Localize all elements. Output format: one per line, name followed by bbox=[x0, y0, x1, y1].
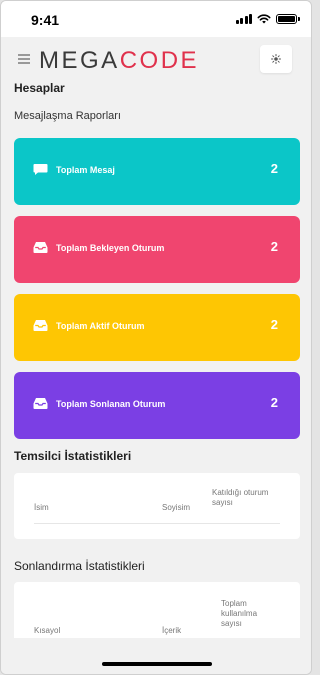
logo-mega: MEGA bbox=[39, 47, 120, 74]
page-title: Hesaplar bbox=[14, 81, 65, 95]
logo-code: CODE bbox=[119, 47, 200, 74]
inbox-icon bbox=[33, 320, 48, 331]
stat-card-label: Toplam Mesaj bbox=[56, 165, 115, 175]
wifi-icon bbox=[257, 13, 271, 23]
sun-icon bbox=[271, 54, 281, 64]
stat-card-active-sessions[interactable]: Toplam Aktif Oturum 2 bbox=[14, 294, 300, 361]
battery-icon bbox=[276, 13, 300, 24]
inbox-icon bbox=[33, 398, 48, 409]
status-bar: 9:41 bbox=[1, 1, 311, 37]
stat-card-pending-sessions[interactable]: Toplam Bekleyen Oturum 2 bbox=[14, 216, 300, 283]
rep-stats-table: İsim Soyisim Katıldığı oturum sayısı bbox=[14, 473, 300, 539]
end-stats-title: Sonlandırma İstatistikleri bbox=[14, 559, 145, 573]
stat-card-value: 2 bbox=[270, 317, 278, 332]
inbox-icon bbox=[33, 242, 48, 253]
table-divider bbox=[34, 523, 280, 524]
stat-card-value: 2 bbox=[270, 239, 278, 254]
table-header-session-count: Katıldığı oturum sayısı bbox=[212, 488, 269, 507]
theme-toggle-button[interactable] bbox=[260, 45, 292, 73]
table-header-content: İçerik bbox=[162, 626, 182, 635]
menu-icon[interactable] bbox=[18, 54, 30, 64]
rep-stats-title: Temsilci İstatistikleri bbox=[14, 449, 132, 463]
home-indicator bbox=[102, 662, 212, 666]
stat-card-value: 2 bbox=[270, 161, 278, 176]
phone-frame: 9:41 MEGACODE Hesaplar Mesajlaşma Raporl… bbox=[0, 0, 312, 675]
table-header-surname: Soyisim bbox=[162, 503, 191, 512]
messaging-reports-heading: Mesajlaşma Raporları bbox=[14, 110, 121, 122]
table-header-shortcut: Kısayol bbox=[34, 626, 61, 635]
table-header-usage-count: Toplam kullanılma sayısı bbox=[221, 599, 258, 628]
app-header: MEGACODE bbox=[1, 37, 311, 81]
status-time: 9:41 bbox=[31, 12, 60, 28]
app-logo: MEGACODE bbox=[39, 47, 199, 75]
cellular-signal-icon bbox=[235, 13, 252, 24]
stat-card-label: Toplam Sonlanan Oturum bbox=[56, 399, 166, 409]
stat-card-value: 2 bbox=[270, 395, 278, 410]
status-icons bbox=[235, 13, 300, 24]
stat-card-label: Toplam Aktif Oturum bbox=[56, 321, 145, 331]
stat-card-total-messages[interactable]: Toplam Mesaj 2 bbox=[14, 138, 300, 205]
message-icon bbox=[33, 164, 48, 175]
table-header-name: İsim bbox=[34, 503, 49, 512]
home-indicator-area bbox=[1, 638, 311, 674]
stat-card-label: Toplam Bekleyen Oturum bbox=[56, 243, 165, 253]
stat-card-ended-sessions[interactable]: Toplam Sonlanan Oturum 2 bbox=[14, 372, 300, 439]
